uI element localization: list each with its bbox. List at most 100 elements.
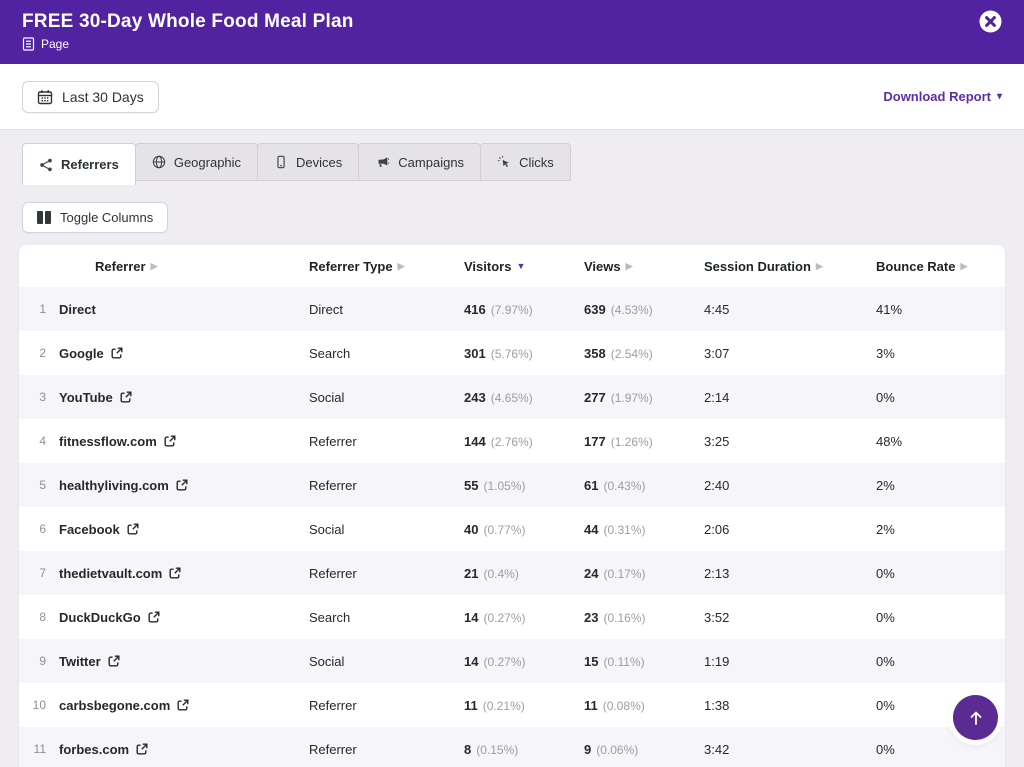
referrer-link[interactable]: Facebook (59, 522, 120, 537)
bounce-rate: 2% (876, 522, 1005, 537)
visitors-value: 55 (464, 478, 478, 493)
bounce-rate: 0% (876, 742, 1005, 757)
table-row: 2 Google Search 301(5.76%) 358(2.54%) 3:… (19, 331, 1005, 375)
tab-devices[interactable]: Devices (257, 143, 359, 181)
views-value: 15 (584, 654, 598, 669)
views-value: 44 (584, 522, 598, 537)
bounce-rate: 0% (876, 654, 1005, 669)
views-value: 277 (584, 390, 606, 405)
external-link-icon[interactable] (176, 479, 188, 491)
external-link-icon[interactable] (136, 743, 148, 755)
views-value: 24 (584, 566, 598, 581)
session-duration: 3:52 (704, 610, 876, 625)
referrer-link[interactable]: healthyliving.com (59, 478, 169, 493)
table-row: 6 Facebook Social 40(0.77%) 44(0.31%) 2:… (19, 507, 1005, 551)
row-rank: 2 (19, 346, 59, 360)
sort-icon: ▶ (151, 262, 158, 271)
visitors-pct: (0.27%) (483, 655, 525, 669)
referrer-link[interactable]: forbes.com (59, 742, 129, 757)
column-header-views[interactable]: Views ▶ (584, 259, 633, 274)
download-report-label: Download Report (883, 89, 991, 104)
bounce-rate: 0% (876, 610, 1005, 625)
bounce-rate: 0% (876, 390, 1005, 405)
sort-desc-icon: ▼ (516, 262, 525, 271)
referrer-type: Search (309, 610, 464, 625)
session-duration: 3:42 (704, 742, 876, 757)
chevron-down-icon: ▾ (997, 92, 1002, 102)
session-duration: 1:19 (704, 654, 876, 669)
column-header-bounce-rate[interactable]: Bounce Rate ▶ (876, 259, 967, 274)
visitors-value: 416 (464, 302, 486, 317)
column-header-referrer[interactable]: Referrer ▶ (95, 259, 158, 274)
referrer-link[interactable]: DuckDuckGo (59, 610, 141, 625)
tab-referrers[interactable]: Referrers (22, 143, 136, 185)
column-header-referrer-type[interactable]: Referrer Type ▶ (309, 259, 405, 274)
visitors-value: 14 (464, 654, 478, 669)
share-nodes-icon (39, 158, 53, 172)
visitors-value: 301 (464, 346, 486, 361)
visitors-pct: (0.15%) (476, 743, 518, 757)
row-rank: 3 (19, 390, 59, 404)
page-icon (22, 37, 35, 51)
referrer-type: Social (309, 522, 464, 537)
bounce-rate: 3% (876, 346, 1005, 361)
close-button[interactable] (979, 10, 1002, 33)
column-header-session-duration[interactable]: Session Duration ▶ (704, 259, 823, 274)
external-link-icon[interactable] (177, 699, 189, 711)
external-link-icon[interactable] (120, 391, 132, 403)
views-pct: (0.16%) (603, 611, 645, 625)
column-header-visitors[interactable]: Visitors ▼ (464, 259, 525, 274)
row-rank: 7 (19, 566, 59, 580)
external-link-icon[interactable] (164, 435, 176, 447)
bounce-rate: 2% (876, 478, 1005, 493)
referrer-link[interactable]: YouTube (59, 390, 113, 405)
referrer-link[interactable]: Direct (59, 302, 96, 317)
views-pct: (0.43%) (603, 479, 645, 493)
views-value: 23 (584, 610, 598, 625)
sort-icon: ▶ (398, 262, 405, 271)
referrer-type: Referrer (309, 566, 464, 581)
views-value: 358 (584, 346, 606, 361)
referrer-link[interactable]: fitnessflow.com (59, 434, 157, 449)
date-range-button[interactable]: Last 30 Days (22, 81, 159, 113)
session-duration: 3:07 (704, 346, 876, 361)
external-link-icon[interactable] (169, 567, 181, 579)
referrer-link[interactable]: thedietvault.com (59, 566, 162, 581)
views-pct: (0.31%) (603, 523, 645, 537)
referrer-link[interactable]: Twitter (59, 654, 101, 669)
toolbar: Last 30 Days Download Report ▾ (0, 64, 1024, 130)
visitors-pct: (7.97%) (491, 303, 533, 317)
row-rank: 4 (19, 434, 59, 448)
tab-label: Geographic (174, 155, 241, 170)
sort-icon: ▶ (626, 262, 633, 271)
tab-campaigns[interactable]: Campaigns (358, 143, 481, 181)
referrer-link[interactable]: Google (59, 346, 104, 361)
visitors-pct: (1.05%) (483, 479, 525, 493)
views-pct: (0.11%) (603, 655, 644, 669)
scroll-to-top-button[interactable] (953, 695, 998, 740)
tab-clicks[interactable]: Clicks (480, 143, 571, 181)
views-value: 177 (584, 434, 606, 449)
tab-geographic[interactable]: Geographic (135, 143, 258, 181)
bounce-rate: 0% (876, 566, 1005, 581)
session-duration: 2:14 (704, 390, 876, 405)
visitors-value: 243 (464, 390, 486, 405)
referrer-type: Search (309, 346, 464, 361)
external-link-icon[interactable] (108, 655, 120, 667)
row-rank: 5 (19, 478, 59, 492)
views-value: 61 (584, 478, 598, 493)
referrer-type: Social (309, 390, 464, 405)
referrer-type: Referrer (309, 698, 464, 713)
referrer-link[interactable]: carbsbegone.com (59, 698, 170, 713)
external-link-icon[interactable] (148, 611, 160, 623)
arrow-up-icon (967, 709, 985, 727)
external-link-icon[interactable] (127, 523, 139, 535)
page-title: FREE 30-Day Whole Food Meal Plan (22, 11, 1002, 33)
visitors-value: 21 (464, 566, 478, 581)
bounce-rate: 48% (876, 434, 1005, 449)
referrer-type: Social (309, 654, 464, 669)
visitors-pct: (2.76%) (491, 435, 533, 449)
download-report-button[interactable]: Download Report ▾ (883, 89, 1002, 104)
external-link-icon[interactable] (111, 347, 123, 359)
toggle-columns-button[interactable]: Toggle Columns (22, 202, 168, 233)
